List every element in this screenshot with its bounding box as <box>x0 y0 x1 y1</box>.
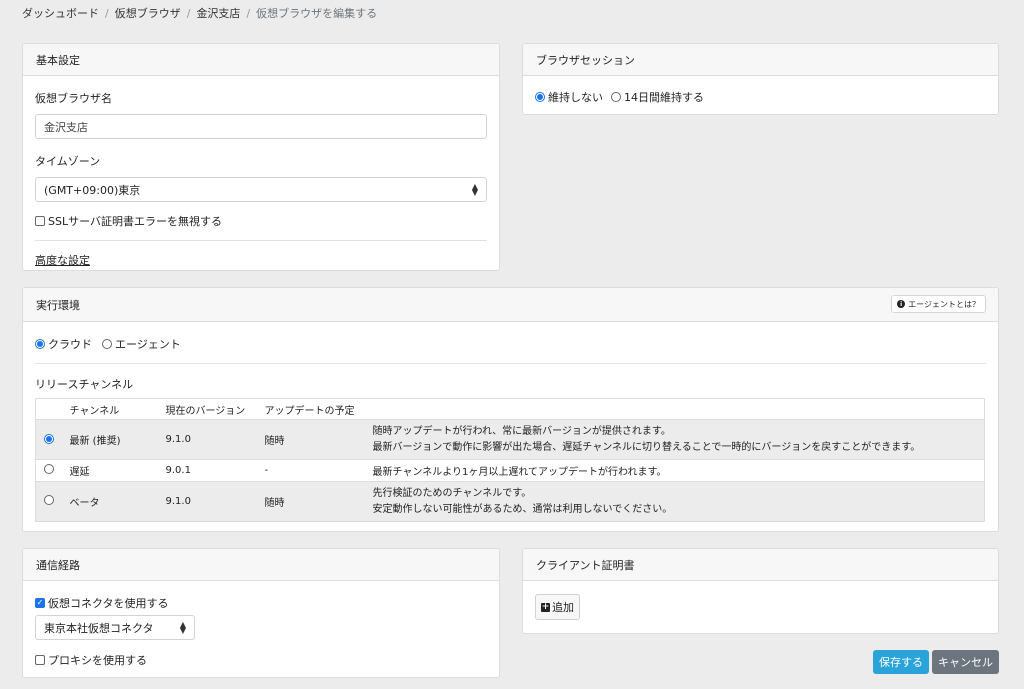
client-certificate-title: クライアント証明書 <box>523 549 998 581</box>
select-arrows-icon: ▲ ▼ <box>471 181 478 197</box>
channel-name: ベータ <box>65 481 162 522</box>
channel-version: 9.1.0 <box>161 481 261 522</box>
breadcrumb: ダッシュボード / 仮想ブラウザ / 金沢支店 / 仮想ブラウザを編集する <box>22 5 377 21</box>
client-certificate-card: クライアント証明書 + 追加 <box>522 548 999 634</box>
channel-name: 遅延 <box>65 459 162 482</box>
env-agent-label: エージェント <box>115 338 181 351</box>
browser-session-title: ブラウザセッション <box>523 44 998 76</box>
connector-select[interactable]: 東京本社仮想コネクタ ▲ ▼ <box>35 615 195 640</box>
channel-description: 最新バージョンで動作に影響が出た場合、遅延チャンネルに切り替えることで一時的にバ… <box>372 441 921 453</box>
connector-checkbox[interactable]: ✓ <box>35 598 45 608</box>
release-channel-table: チャンネル 現在のバージョン アップデートの予定 最新 (推奨) 9.1.0 随… <box>35 398 985 522</box>
breadcrumb-separator: / <box>246 6 251 20</box>
table-header-row: チャンネル 現在のバージョン アップデートの予定 <box>35 398 985 420</box>
table-row[interactable]: 最新 (推奨) 9.1.0 随時 随時アップデートが行われ、常に最新バージョンが… <box>35 419 985 460</box>
session-none-label: 維持しない <box>548 91 603 104</box>
channel-description: 安定動作しない可能性があるため、通常は利用しないでください。 <box>372 503 673 515</box>
channel-beta-radio[interactable] <box>44 495 55 505</box>
agent-help-button[interactable]: i エージェントとは？ <box>891 295 986 313</box>
add-certificate-button[interactable]: + 追加 <box>535 594 580 620</box>
ssl-ignore-checkbox-row[interactable]: SSLサーバ証明書エラーを無視する <box>35 213 487 229</box>
advanced-settings-link[interactable]: 高度な設定 <box>35 254 90 267</box>
browser-name-label: 仮想ブラウザ名 <box>35 92 112 105</box>
connector-checkbox-row[interactable]: ✓ 仮想コネクタを使用する <box>35 595 487 611</box>
proxy-label: プロキシを使用する <box>48 654 147 667</box>
timezone-select[interactable]: (GMT+09:00)東京 ▲ ▼ <box>35 177 487 202</box>
info-icon: i <box>897 300 906 308</box>
ssl-ignore-label: SSLサーバ証明書エラーを無視する <box>48 215 222 228</box>
communication-route-card: 通信経路 ✓ 仮想コネクタを使用する 東京本社仮想コネクタ ▲ ▼ プロキシを使用… <box>22 548 500 678</box>
connector-label: 仮想コネクタを使用する <box>48 597 169 610</box>
channel-schedule: - <box>260 459 369 482</box>
env-cloud-label: クラウド <box>48 338 92 351</box>
proxy-checkbox-row[interactable]: プロキシを使用する <box>35 652 487 668</box>
breadcrumb-dashboard[interactable]: ダッシュボード <box>22 5 99 21</box>
select-arrows-icon: ▲ ▼ <box>179 619 186 635</box>
save-button[interactable]: 保存する <box>873 650 929 674</box>
col-schedule: アップデートの予定 <box>260 398 369 420</box>
basic-settings-title: 基本設定 <box>23 44 499 76</box>
channel-name: 最新 (推奨) <box>65 419 162 460</box>
channel-schedule: 随時 <box>260 419 369 460</box>
breadcrumb-current: 仮想ブラウザを編集する <box>256 7 378 20</box>
divider <box>35 240 487 241</box>
table-row[interactable]: ベータ 9.1.0 随時 先行検証のためのチャンネルです。 安定動作しない可能性… <box>35 481 985 522</box>
execution-environment-card: 実行環境 i エージェントとは？ クラウド エージェント リリースチャンネル チ… <box>22 287 999 532</box>
timezone-value: (GMT+09:00)東京 <box>44 183 141 197</box>
col-version: 現在のバージョン <box>161 398 261 420</box>
channel-latest-radio[interactable] <box>44 434 55 444</box>
channel-schedule: 随時 <box>260 481 369 522</box>
col-channel: チャンネル <box>65 398 162 420</box>
plus-square-icon: + <box>541 601 550 612</box>
release-channel-label: リリースチャンネル <box>35 378 134 391</box>
channel-version: 9.1.0 <box>161 419 261 460</box>
table-row[interactable]: 遅延 9.0.1 - 最新チャンネルより1ヶ月以上遅れてアップデートが行われます… <box>35 459 985 482</box>
session-14days-radio[interactable] <box>611 92 621 102</box>
env-agent-radio[interactable] <box>102 339 112 349</box>
divider <box>35 363 986 364</box>
channel-description: 最新チャンネルより1ヶ月以上遅れてアップデートが行われます。 <box>368 459 985 482</box>
channel-description: 先行検証のためのチャンネルです。 <box>372 487 532 499</box>
agent-help-label: エージェントとは？ <box>908 299 980 309</box>
communication-route-title: 通信経路 <box>23 549 499 581</box>
channel-description: 随時アップデートが行われ、常に最新バージョンが提供されます。 <box>372 425 671 437</box>
cancel-button[interactable]: キャンセル <box>932 650 999 674</box>
breadcrumb-separator: / <box>186 6 191 20</box>
ssl-ignore-checkbox[interactable] <box>35 216 45 226</box>
session-none-radio[interactable] <box>535 92 545 102</box>
browser-session-card: ブラウザセッション 維持しない 14日間維持する <box>522 43 999 115</box>
proxy-checkbox[interactable] <box>35 655 45 665</box>
execution-environment-title: 実行環境 <box>36 298 80 312</box>
breadcrumb-branch[interactable]: 金沢支店 <box>196 5 240 21</box>
execution-environment-header: 実行環境 i エージェントとは？ <box>23 288 998 322</box>
breadcrumb-separator: / <box>105 6 109 20</box>
basic-settings-card: 基本設定 仮想ブラウザ名 金沢支店 タイムゾーン (GMT+09:00)東京 ▲… <box>22 43 500 271</box>
channel-version: 9.0.1 <box>161 459 261 482</box>
connector-value: 東京本社仮想コネクタ <box>44 621 154 635</box>
breadcrumb-virtual-browser[interactable]: 仮想ブラウザ <box>115 5 181 21</box>
channel-delayed-radio[interactable] <box>44 464 55 474</box>
timezone-label: タイムゾーン <box>35 155 101 168</box>
session-14days-label: 14日間維持する <box>624 91 704 104</box>
browser-name-input[interactable]: 金沢支店 <box>35 114 487 139</box>
add-certificate-label: 追加 <box>552 601 574 614</box>
env-cloud-radio[interactable] <box>35 339 45 349</box>
